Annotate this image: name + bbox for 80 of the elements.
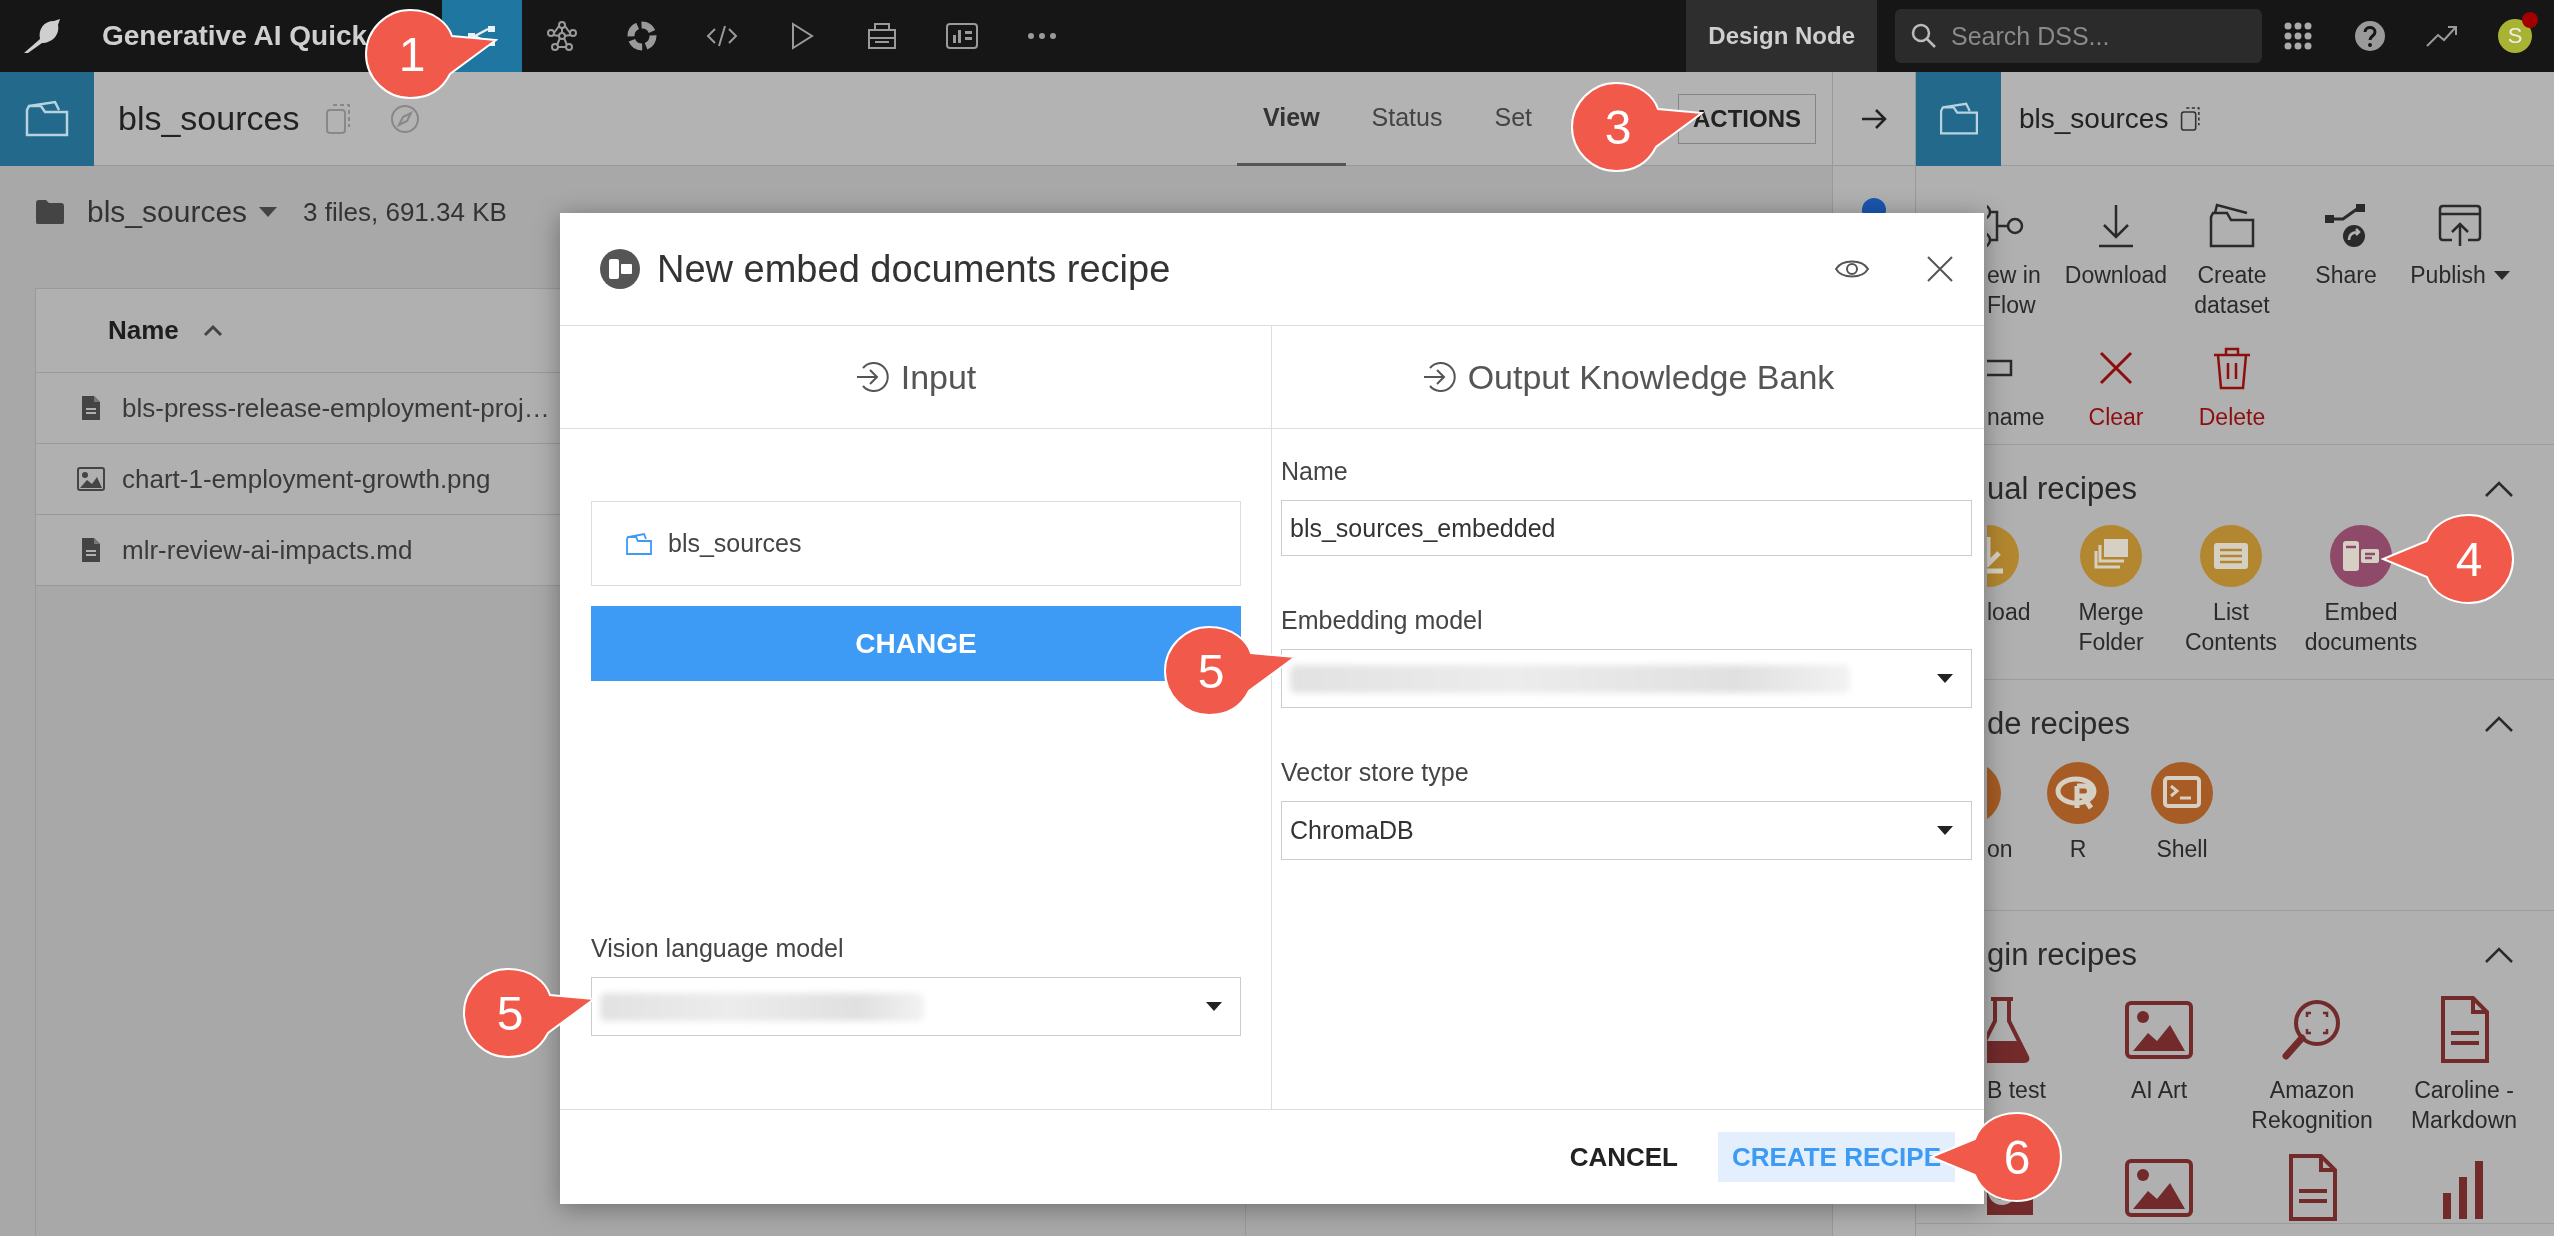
folder-icon xyxy=(626,532,652,555)
recipe-item[interactable]: List Contents xyxy=(2171,525,2291,657)
recipe-item[interactable]: Shell xyxy=(2128,762,2236,864)
chevron-icon[interactable] xyxy=(2484,480,2514,498)
file-name[interactable]: mlr-review-ai-impacts.md xyxy=(122,534,413,566)
item-title: bls_sources xyxy=(118,99,300,138)
search-icon xyxy=(1911,23,1937,49)
folder-icon xyxy=(2209,203,2255,249)
search-field[interactable]: Search DSS... xyxy=(1895,9,2262,63)
folder-selector[interactable]: bls_sources xyxy=(87,195,278,229)
dashboard-icon xyxy=(946,23,978,49)
folder-summary: 3 files, 691.34 KB xyxy=(303,196,507,228)
view-tab[interactable]: Set xyxy=(1468,71,1558,166)
action-button[interactable]: Clear xyxy=(2057,342,2175,432)
section-title: de recipes xyxy=(1987,706,2131,742)
file-name[interactable]: chart-1-employment-growth.png xyxy=(122,463,491,495)
arrow-right-icon[interactable] xyxy=(1860,107,1888,130)
action-button[interactable]: Delete xyxy=(2175,342,2289,432)
field-label: Embedding model xyxy=(1281,606,1484,635)
action-button[interactable]: Create dataset xyxy=(2175,200,2289,320)
dialog-title: New embed documents recipe xyxy=(657,247,1171,291)
caret-icon xyxy=(1937,674,1953,683)
section-title: ual recipes xyxy=(1987,471,2137,507)
field-label: Name xyxy=(1281,457,1349,486)
caret-icon xyxy=(1937,826,1953,835)
node-label: Design Node xyxy=(1686,0,1877,72)
column-header[interactable]: Name xyxy=(108,315,223,346)
recipe-item[interactable]: B test xyxy=(1987,995,2086,1135)
chevron-icon[interactable] xyxy=(2484,946,2514,964)
caret-icon xyxy=(1206,1002,1222,1011)
ring-icon xyxy=(626,20,658,52)
chevron-icon[interactable] xyxy=(2484,715,2514,733)
play-icon xyxy=(790,22,814,50)
clear-icon xyxy=(2098,350,2134,386)
action-button[interactable]: name xyxy=(1987,342,2057,432)
action-button[interactable]: Download xyxy=(2057,200,2175,320)
action-button[interactable]: ew in Flow xyxy=(1987,200,2057,320)
document-icon xyxy=(81,395,101,421)
recipe-item[interactable]: Amazon Rekognition xyxy=(2232,995,2392,1135)
document-icon xyxy=(81,537,101,563)
cancel-button[interactable]: CANCEL xyxy=(1555,1132,1692,1182)
copy-icon[interactable] xyxy=(2180,104,2203,133)
panel-title: bls_sources xyxy=(2019,102,2169,135)
trash-icon xyxy=(2212,345,2252,391)
recipe-item[interactable]: AI Art xyxy=(2086,995,2232,1135)
view-tab[interactable]: Status xyxy=(1345,71,1469,166)
actions-button[interactable]: ACTIONS xyxy=(1678,93,1816,144)
caret-icon xyxy=(259,207,278,217)
select-field[interactable] xyxy=(1281,649,1972,708)
folder-icon xyxy=(1938,101,1979,136)
action-button[interactable]: Publish xyxy=(2403,200,2517,320)
sign-in-icon xyxy=(854,360,889,394)
more-icon xyxy=(1027,32,1057,40)
input-item[interactable]: bls_sources xyxy=(591,501,1241,586)
name-field[interactable]: bls_sources_embedded xyxy=(1281,500,1972,556)
recipe-item[interactable]: Caroline - Markdown xyxy=(2392,995,2536,1135)
section-title: gin recipes xyxy=(1987,937,2137,973)
recipe-item[interactable]: Merge Folder xyxy=(2051,525,2171,657)
folder-icon xyxy=(25,99,69,138)
file-name[interactable]: bls-press-release-employment-proj… xyxy=(122,392,550,424)
network-icon xyxy=(547,21,577,51)
apps-grid-icon[interactable] xyxy=(2284,22,2312,50)
select-field[interactable]: ChromaDB xyxy=(1281,801,1972,860)
stack-icon xyxy=(867,22,897,50)
download-icon xyxy=(2096,203,2136,249)
column-heading: Output Knowledge Bank xyxy=(1467,357,1835,397)
folder-icon xyxy=(35,199,65,225)
close-icon[interactable] xyxy=(1926,255,1954,283)
recipe-item[interactable]: R xyxy=(2028,762,2128,864)
image-icon xyxy=(77,467,105,491)
column-heading: Input xyxy=(900,357,977,397)
field-label: Vector store type xyxy=(1281,758,1470,787)
sign-in-icon xyxy=(1421,360,1456,394)
action-button[interactable]: Share xyxy=(2289,200,2403,320)
field-label: Vision language model xyxy=(591,934,845,963)
trend-icon[interactable] xyxy=(2426,24,2458,48)
help-icon[interactable] xyxy=(2354,20,2386,52)
publish-icon xyxy=(2438,204,2482,248)
recipe-icon xyxy=(600,249,640,289)
code-icon xyxy=(706,24,738,48)
